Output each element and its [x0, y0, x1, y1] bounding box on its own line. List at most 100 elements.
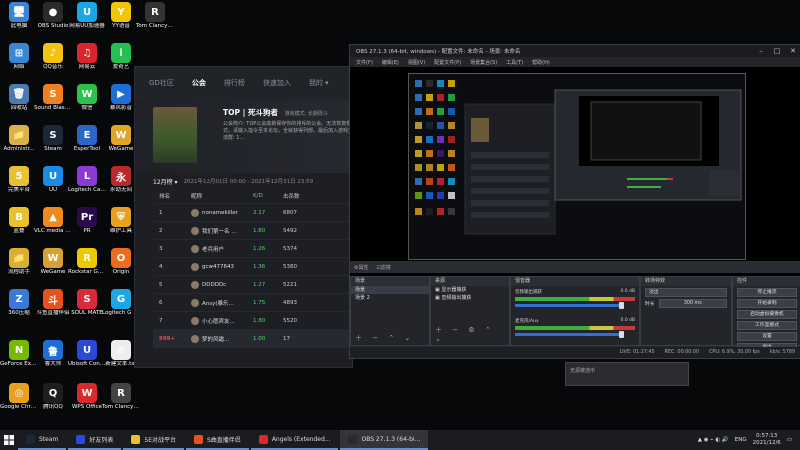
- taskbar-item-label: S曲直播伴侣: [207, 436, 241, 444]
- app-icon: ▶: [111, 84, 131, 104]
- nav-item[interactable]: 我的 ▾: [309, 78, 329, 88]
- notification-icon[interactable]: ▭: [787, 437, 792, 443]
- desktop-icon[interactable]: S Steam: [36, 125, 70, 165]
- taskbar-item[interactable]: 好友列表: [68, 430, 122, 450]
- nav-item[interactable]: 快速加入: [263, 78, 291, 88]
- desktop-icon[interactable]: Pr PR: [70, 207, 104, 247]
- input-language[interactable]: ENG: [735, 437, 747, 443]
- menu-item[interactable]: 视图(V): [408, 59, 425, 66]
- windows-start-icon[interactable]: [0, 430, 18, 450]
- table-row[interactable]: 7 小心愿宾友... 1.80 5520: [153, 312, 353, 330]
- desktop-icon[interactable]: RTom Clancy's R...: [102, 383, 140, 423]
- close-icon[interactable]: ✕: [785, 45, 800, 57]
- desktop-icon[interactable]: 5 完美平台: [2, 166, 36, 206]
- menu-item[interactable]: 配置文件(P): [434, 59, 461, 66]
- desktop-icon[interactable]: ● OBS Studio: [36, 2, 70, 42]
- transition-select[interactable]: 淡出: [645, 288, 727, 297]
- toolbar-button[interactable]: ⊡滤镜: [376, 264, 390, 271]
- desktop-icon[interactable]: W 微信: [70, 84, 104, 124]
- desktop-icon[interactable]: ◎Google Chrome: [0, 383, 38, 423]
- taskbar-item[interactable]: OBS 27.1.3 (64-bi...: [340, 430, 429, 450]
- table-row[interactable]: 6 Ansy(暴乐... 1.75 4893: [153, 294, 353, 312]
- desktop-icon[interactable]: 📁 Administr...: [2, 125, 36, 165]
- taskbar-item[interactable]: Angels (Extended...: [250, 430, 339, 450]
- desktop-icon[interactable]: Y YY语音: [104, 2, 138, 42]
- table-row[interactable]: 5 DDDDDc 1.27 5221: [153, 276, 353, 294]
- desktop-icon-label: Steam: [44, 146, 62, 152]
- guild-nav: GD社区 公会 排行榜 快速加入 我的 ▾: [135, 67, 352, 99]
- desktop-icon[interactable]: U UU: [36, 166, 70, 206]
- desktop-icon[interactable]: UUbisoft Connect: [68, 340, 106, 380]
- desktop-icon[interactable]: RTom Clancy's R...: [136, 2, 174, 42]
- volume-slider[interactable]: [515, 331, 624, 338]
- scene-item[interactable]: 场景 2: [351, 294, 429, 302]
- desktop-icon[interactable]: GLogitech G HUB: [102, 289, 140, 329]
- desktop-icon[interactable]: 鲁鲁大师: [36, 340, 70, 380]
- desktop-icon[interactable]: O Origin: [104, 248, 138, 288]
- desktop-icon[interactable]: W WeGame: [36, 248, 70, 288]
- channel-label: 麦克风/Aux: [515, 319, 539, 324]
- desktop-icon[interactable]: S SOUL MATE: [70, 289, 104, 329]
- desktop-icon[interactable]: ♪ QQ音乐: [36, 43, 70, 83]
- scene-item[interactable]: 场景: [351, 286, 429, 294]
- desktop-icon[interactable]: LLogitech Capture: [68, 166, 106, 206]
- desktop-icon[interactable]: ▶ 暴风影音: [104, 84, 138, 124]
- period-selector[interactable]: 12月榜 ▾ 2021年12月01日 00:00 - 2021年12月31日 2…: [135, 173, 352, 189]
- minimize-icon[interactable]: –: [753, 45, 769, 57]
- tray-icons[interactable]: ▲ ◉ ⌁ ◐ 🔊: [698, 437, 729, 443]
- nav-item[interactable]: 公会: [192, 78, 206, 88]
- clock[interactable]: 0:57:13 2021/12/6: [753, 433, 781, 447]
- desktop-icon[interactable]: 🖥 此电脑: [2, 2, 36, 42]
- table-row[interactable]: 2 我们第一名 ... 1.80 5492: [153, 222, 353, 240]
- desktop-icon[interactable]: 斗斗鱼直播伴侣: [36, 289, 70, 329]
- taskbar-item[interactable]: Steam: [18, 430, 67, 450]
- period-dropdown[interactable]: 12月榜 ▾: [153, 177, 178, 186]
- desktop-icon[interactable]: 📁 流程助手: [2, 248, 36, 288]
- desktop-icon[interactable]: B 蓝叠: [2, 207, 36, 247]
- menu-item[interactable]: 工具(T): [506, 59, 523, 66]
- nav-item[interactable]: GD社区: [149, 78, 174, 88]
- menu-item[interactable]: 编辑(E): [382, 59, 399, 66]
- desktop-icon[interactable]: ♫ 网易云: [70, 43, 104, 83]
- menu-item[interactable]: 文件(F): [356, 59, 373, 66]
- desktop-icon[interactable]: U 网易UU加速器: [69, 2, 105, 42]
- desktop-icon[interactable]: ▲VLC media player: [34, 207, 72, 247]
- table-row[interactable]: 999+ 梦的风霜... 1.00 17: [153, 330, 353, 348]
- table-row[interactable]: 4 gcw477643 1.36 5380: [153, 258, 353, 276]
- scene-controls[interactable]: ＋ − ⌃ ⌄: [355, 333, 414, 343]
- toolbar-button[interactable]: ⚙属性: [354, 264, 368, 271]
- desktop-icon[interactable]: W WPS Office: [70, 383, 104, 423]
- desktop-icon[interactable]: i 爱奇艺: [104, 43, 138, 83]
- table-row[interactable]: 3 老兵用户 1.26 5374: [153, 240, 353, 258]
- desktop-icon[interactable]: RRockstar Games...: [68, 248, 106, 288]
- control-button[interactable]: 启动虚拟摄像机: [737, 310, 797, 319]
- source-item[interactable]: ▣ 显示器捕获: [431, 286, 509, 294]
- desktop-icon[interactable]: Z 360压缩: [2, 289, 36, 329]
- menu-item[interactable]: 场景集合(S): [470, 59, 497, 66]
- desktop-icon[interactable]: ⊞ 网络: [2, 43, 36, 83]
- desktop-icon[interactable]: 永永劫无间: [104, 166, 138, 206]
- desktop-icon[interactable]: Q 腾讯QQ: [36, 383, 70, 423]
- desktop-icon[interactable]: SSound Blaster ...: [34, 84, 72, 124]
- desktop-icon[interactable]: NGeForce Experience: [0, 340, 38, 380]
- player: 我们第一名 ...: [191, 226, 253, 235]
- control-button[interactable]: 开始录制: [737, 299, 797, 308]
- maximize-icon[interactable]: □: [769, 45, 785, 57]
- source-controls[interactable]: ＋ − ⚙ ⌃ ⌄: [435, 325, 509, 343]
- menu-item[interactable]: 帮助(H): [532, 59, 550, 66]
- desktop-icon[interactable]: ≡ 新建文本.txt: [104, 340, 138, 380]
- source-item[interactable]: ▣ 音频输出捕获: [431, 294, 509, 302]
- volume-slider[interactable]: [515, 302, 624, 309]
- control-button[interactable]: 停止推流: [737, 288, 797, 297]
- desktop-icon[interactable]: 🗑 回收站: [2, 84, 36, 124]
- table-row[interactable]: 1 nonamekiller 2.17 6807: [153, 204, 353, 222]
- nav-item[interactable]: 排行榜: [224, 78, 245, 88]
- desktop-icon[interactable]: E EsperTool: [70, 125, 104, 165]
- control-button[interactable]: 工作室模式: [737, 321, 797, 330]
- taskbar-item[interactable]: 5E对战平台: [123, 430, 184, 450]
- desktop-icon[interactable]: W WeGame: [104, 125, 138, 165]
- duration-input[interactable]: 300 ms: [658, 299, 727, 308]
- taskbar-item[interactable]: S曲直播伴侣: [186, 430, 249, 450]
- control-button[interactable]: 设置: [737, 332, 797, 341]
- desktop-icon[interactable]: ⛨ 维护工具: [104, 207, 138, 247]
